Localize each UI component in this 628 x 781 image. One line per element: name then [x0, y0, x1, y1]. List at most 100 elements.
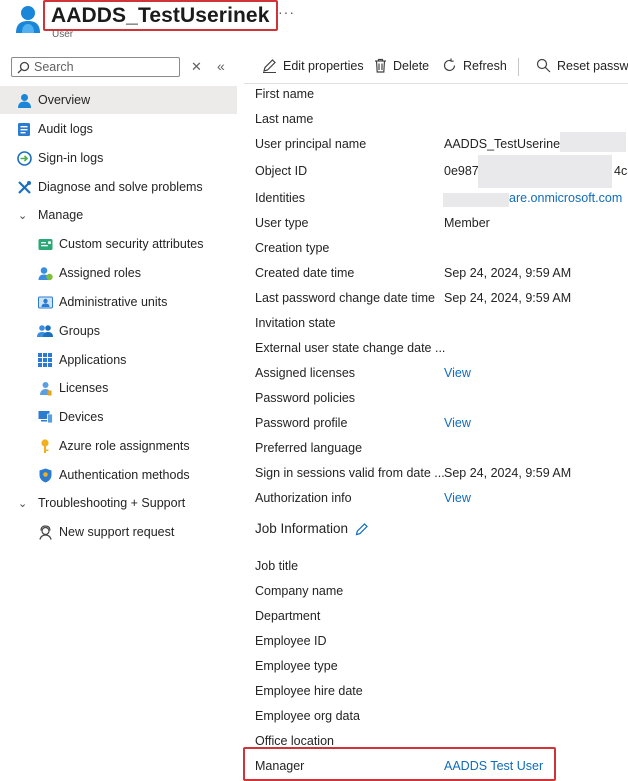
sidebar-item-diagnose[interactable]: Diagnose and solve problems [0, 173, 237, 201]
prop-value-created-date-time: Sep 24, 2024, 9:59 AM [444, 266, 572, 280]
trash-icon [375, 58, 386, 73]
delete-button[interactable]: Delete [374, 58, 429, 73]
prop-label-first-name: First name [255, 87, 315, 101]
prop-value-identities[interactable]: are.onmicrosoft.com [509, 191, 622, 205]
roles-icon [37, 265, 53, 281]
redacted-block [443, 193, 509, 207]
prop-label-employee-hire-date: Employee hire date [255, 684, 363, 698]
sidebar-item-audit-logs[interactable]: Audit logs [0, 115, 237, 143]
collapse-sidebar-icon[interactable]: « [217, 58, 225, 74]
edit-properties-label: Edit properties [283, 58, 364, 73]
sidebar-item-groups[interactable]: Groups [0, 317, 237, 345]
prop-label-creation-type: Creation type [255, 241, 330, 255]
sidebar-item-label: Licenses [59, 381, 109, 395]
wrench-icon [16, 179, 32, 195]
sidebar-item-label: Devices [59, 410, 104, 424]
job-information-title: Job Information [255, 521, 349, 536]
support-person-icon [37, 524, 53, 540]
prop-label-employee-id: Employee ID [255, 634, 327, 648]
authorization-info-view-link[interactable]: View [444, 491, 471, 505]
prop-label-employee-type: Employee type [255, 659, 338, 673]
prop-label-created-date-time: Created date time [255, 266, 355, 280]
sidebar-item-label: Overview [38, 93, 91, 107]
prop-value-object-id-tail: 4c3 [614, 164, 628, 178]
edit-pencil-icon[interactable] [355, 522, 369, 536]
sidebar-item-new-support-request[interactable]: New support request [0, 518, 237, 546]
sidebar-item-label: Applications [59, 353, 127, 367]
sidebar-item-administrative-units[interactable]: Administrative units [0, 288, 237, 316]
key-icon [37, 438, 53, 454]
prop-label-sign-in-sessions-valid: Sign in sessions valid from date ... [255, 466, 445, 480]
prop-label-company-name: Company name [255, 584, 344, 598]
assigned-licenses-view-link[interactable]: View [444, 366, 471, 380]
sidebar-item-overview[interactable]: Overview [0, 86, 237, 114]
prop-label-user-type: User type [255, 216, 309, 230]
job-information-heading: Job Information [255, 521, 369, 536]
clear-search-icon[interactable]: ✕ [191, 59, 202, 75]
reset-password-button[interactable]: Reset passwo [536, 58, 628, 73]
prop-label-authorization-info: Authorization info [255, 491, 352, 505]
reset-password-label: Reset passwo [557, 58, 628, 73]
prop-label-password-policies: Password policies [255, 391, 356, 405]
refresh-button[interactable]: Refresh [442, 58, 507, 73]
groups-icon [37, 323, 53, 339]
sidebar-group-troubleshooting[interactable]: ⌄ Troubleshooting + Support [0, 489, 237, 517]
search-box[interactable] [11, 57, 180, 77]
prop-label-identities: Identities [255, 191, 306, 205]
sidebar-item-licenses[interactable]: Licenses [0, 374, 237, 402]
sidebar-item-devices[interactable]: Devices [0, 403, 237, 431]
prop-label-user-principal-name: User principal name [255, 137, 367, 151]
sidebar-item-authentication-methods[interactable]: Authentication methods [0, 461, 237, 489]
sidebar-item-label: Administrative units [59, 295, 168, 309]
toolbar-separator [518, 58, 519, 76]
sidebar-item-label: Audit logs [38, 122, 93, 136]
prop-label-preferred-language: Preferred language [255, 441, 363, 455]
refresh-label: Refresh [463, 58, 507, 73]
prop-label-job-title: Job title [255, 559, 299, 573]
sidebar-item-sign-in-logs[interactable]: Sign-in logs [0, 144, 237, 172]
sidebar-group-manage[interactable]: ⌄ Manage [0, 201, 237, 229]
sidebar-item-applications[interactable]: Applications [0, 346, 237, 374]
prop-value-sign-in-sessions-valid: Sep 24, 2024, 9:59 AM [444, 466, 572, 480]
more-options-button[interactable]: ··· [278, 4, 295, 20]
sidebar-item-label: New support request [59, 525, 175, 539]
sidebar-item-label: Groups [59, 324, 100, 338]
redacted-block [560, 132, 626, 152]
sidebar-item-label: Diagnose and solve problems [38, 180, 203, 194]
sidebar-item-azure-role-assignments[interactable]: Azure role assignments [0, 432, 237, 460]
sidebar-item-custom-security-attributes[interactable]: Custom security attributes [0, 230, 237, 258]
shield-icon [37, 467, 53, 483]
license-icon [37, 380, 53, 396]
sidebar-item-label: Azure role assignments [59, 439, 190, 453]
sidebar-item-label: Assigned roles [59, 266, 141, 280]
edit-properties-button[interactable]: Edit properties [262, 58, 364, 73]
prop-label-external-user-state-change: External user state change date ... [255, 341, 446, 355]
chevron-down-icon: ⌄ [18, 209, 28, 222]
security-attributes-icon [37, 236, 53, 252]
user-avatar-icon [16, 6, 40, 33]
audit-log-icon [16, 121, 32, 137]
sidebar-group-label: Troubleshooting + Support [38, 496, 186, 510]
prop-label-assigned-licenses: Assigned licenses [255, 366, 356, 380]
delete-label: Delete [393, 58, 430, 73]
chevron-down-icon: ⌄ [18, 497, 28, 510]
apps-grid-icon [37, 352, 53, 368]
toolbar-divider [244, 83, 628, 84]
prop-value-last-password-change: Sep 24, 2024, 9:59 AM [444, 291, 572, 305]
device-icon [37, 409, 53, 425]
password-profile-view-link[interactable]: View [444, 416, 471, 430]
prop-label-invitation-state: Invitation state [255, 316, 336, 330]
prop-value-user-type: Member [444, 216, 490, 230]
page-subtitle: User [52, 29, 74, 40]
prop-value-object-id: 0e987 [444, 164, 479, 178]
refresh-icon [443, 58, 456, 72]
search-input[interactable] [34, 60, 169, 74]
redacted-block [478, 155, 612, 188]
prop-value-user-principal-name: AADDS_TestUserinek@ [444, 137, 579, 151]
sidebar-item-label: Sign-in logs [38, 151, 104, 165]
prop-label-employee-org-data: Employee org data [255, 709, 360, 723]
sign-in-icon [16, 150, 32, 166]
user-icon [16, 92, 32, 108]
prop-label-last-password-change: Last password change date time [255, 291, 435, 305]
sidebar-item-assigned-roles[interactable]: Assigned roles [0, 259, 237, 287]
